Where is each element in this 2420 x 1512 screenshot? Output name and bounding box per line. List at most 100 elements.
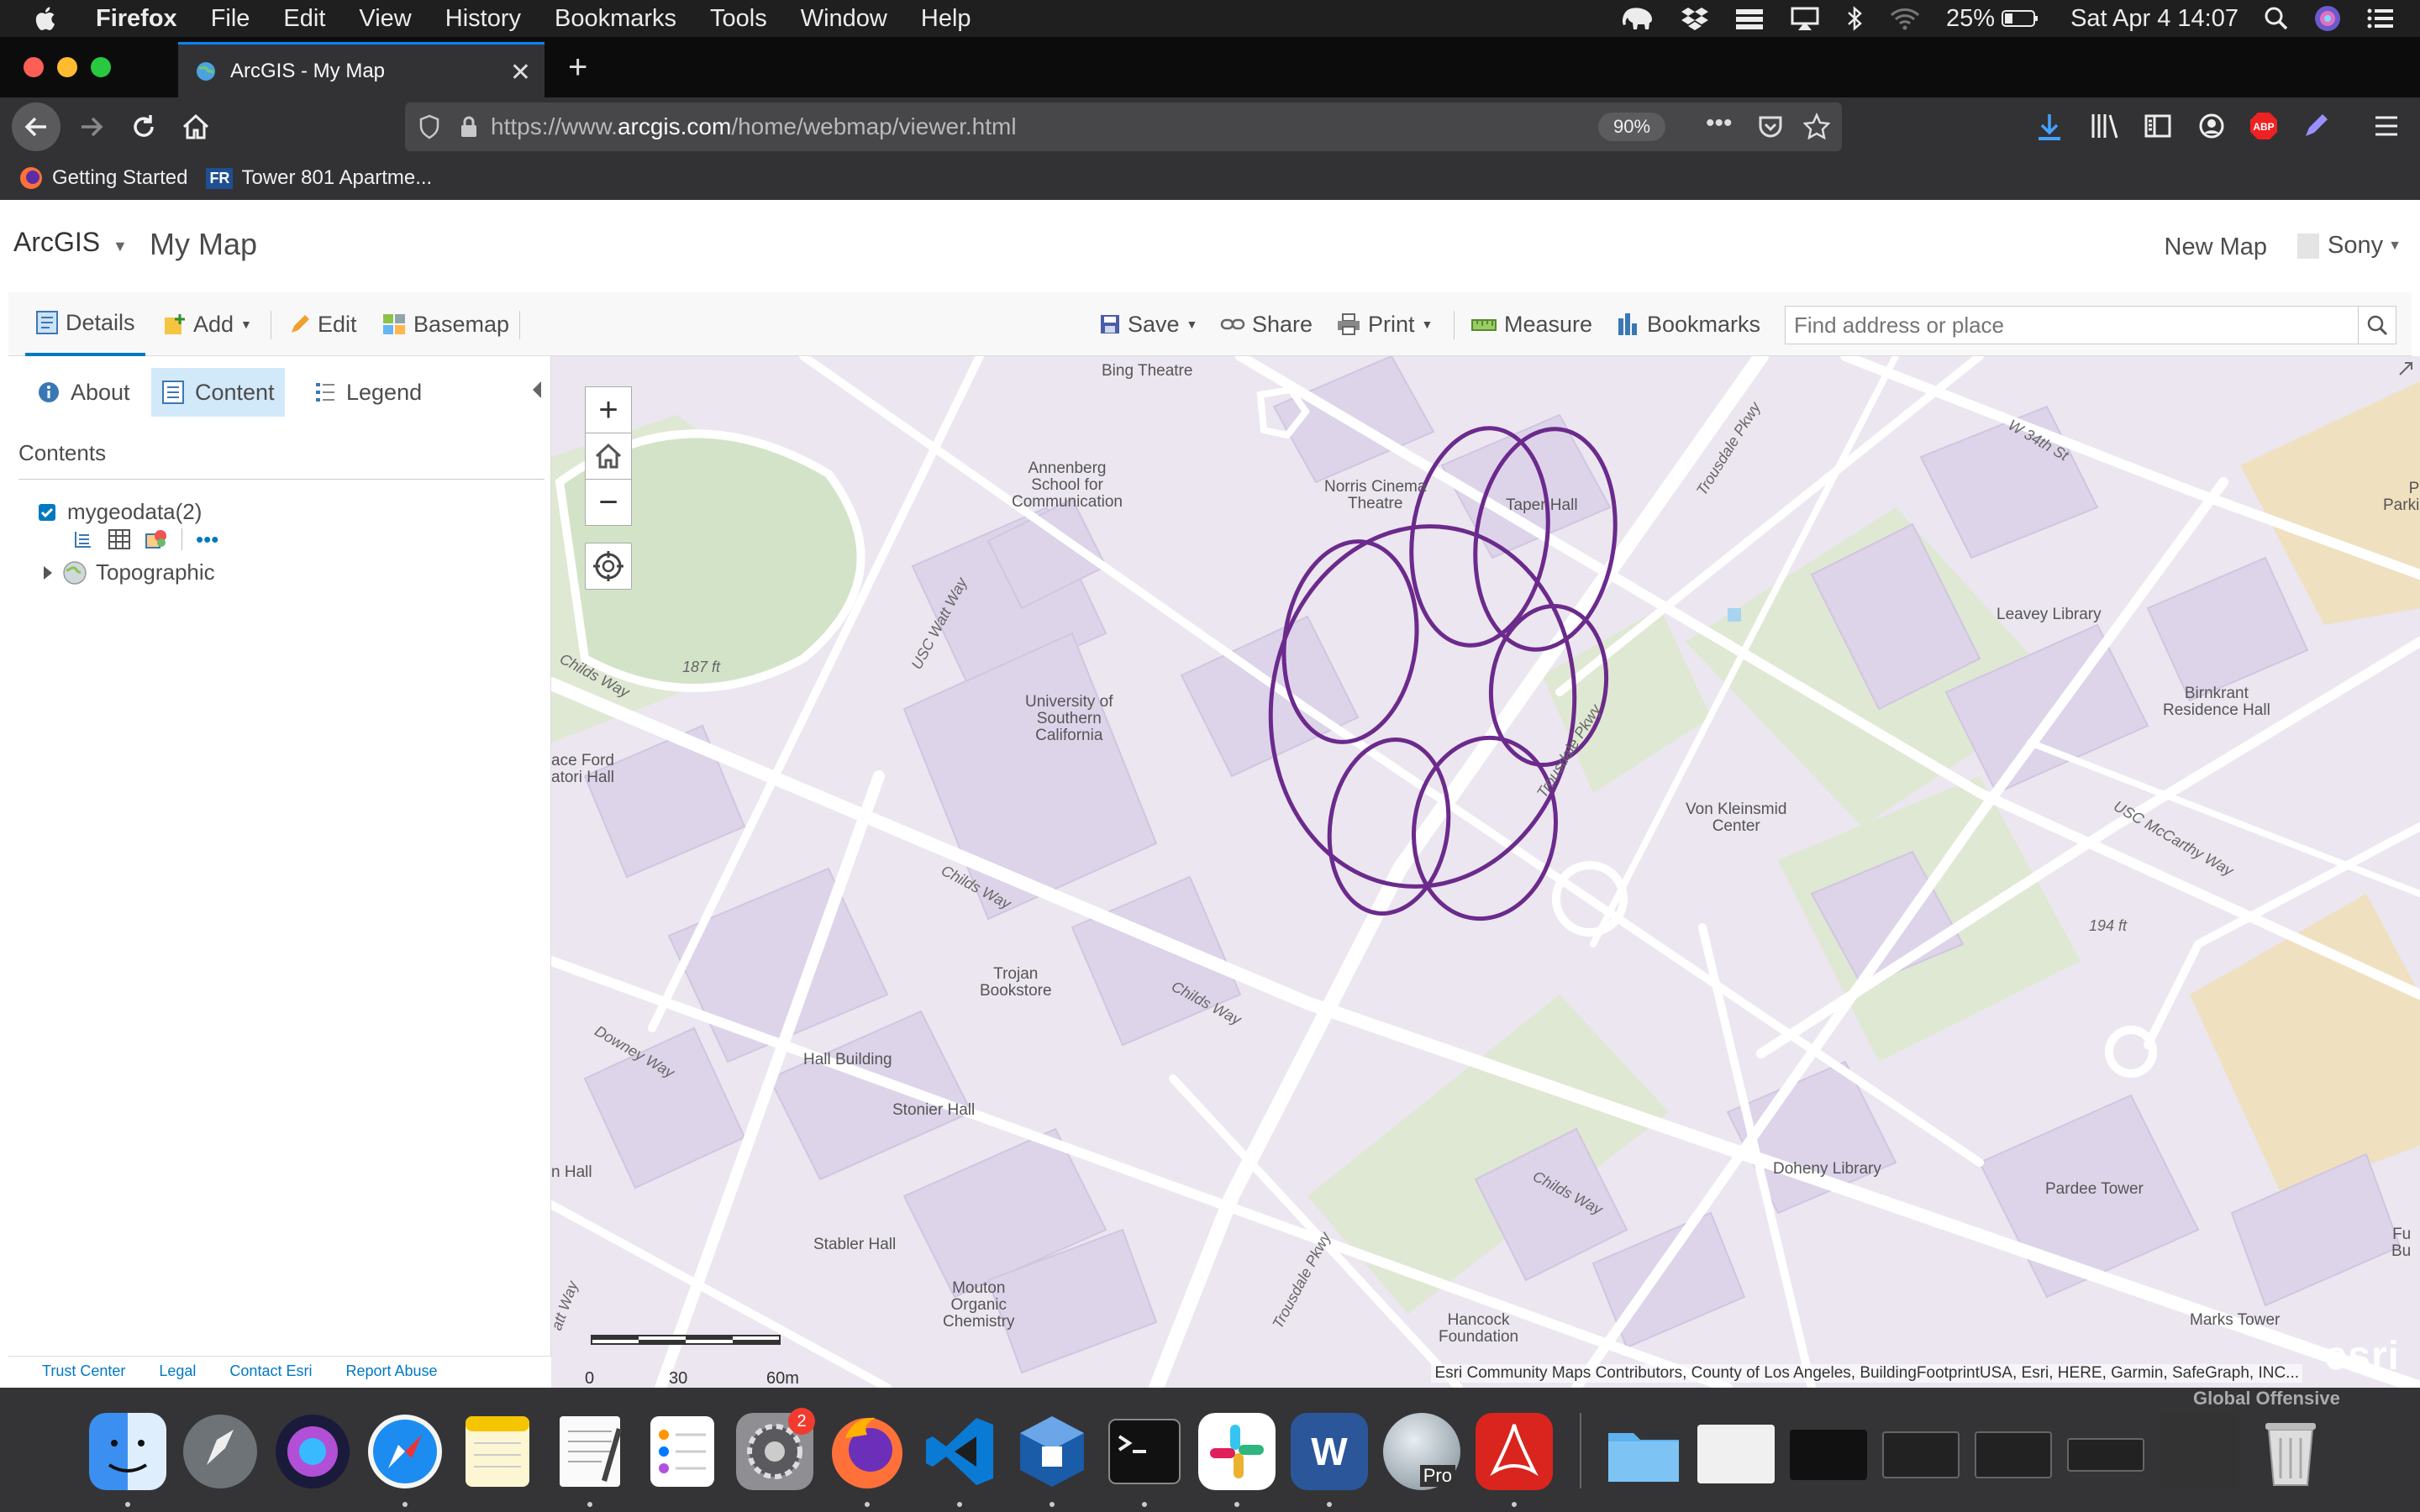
folder-icon[interactable] bbox=[1605, 1413, 1682, 1490]
pen-icon[interactable] bbox=[2302, 113, 2329, 139]
arcgis-pro-icon[interactable]: Pro bbox=[1383, 1413, 1460, 1490]
save-button[interactable]: Save ▼ bbox=[1099, 292, 1197, 356]
menu-history[interactable]: History bbox=[445, 5, 521, 33]
virtualbox-icon[interactable] bbox=[1013, 1413, 1091, 1490]
siri-dock-icon[interactable] bbox=[274, 1413, 351, 1490]
table-icon[interactable] bbox=[108, 528, 131, 550]
apple-icon[interactable] bbox=[32, 4, 60, 33]
expand-map-icon[interactable] bbox=[2396, 360, 2415, 378]
expand-triangle-icon[interactable] bbox=[42, 564, 54, 581]
link-legal[interactable]: Legal bbox=[159, 1362, 196, 1380]
finder-icon[interactable] bbox=[89, 1413, 166, 1490]
layer-mygeodata[interactable]: mygeodata(2) bbox=[39, 499, 202, 525]
bluetooth-icon[interactable] bbox=[1845, 6, 1864, 31]
layer-topographic[interactable]: Topographic bbox=[42, 559, 215, 585]
hamburger-menu-icon[interactable] bbox=[2373, 114, 2400, 138]
arcgis-menu[interactable]: ArcGIS ▼ bbox=[13, 227, 128, 258]
battery-icon[interactable] bbox=[2002, 8, 2039, 29]
collapse-panel-icon[interactable] bbox=[530, 380, 544, 400]
elephant-icon[interactable] bbox=[1622, 6, 1655, 31]
print-button[interactable]: Print ▼ bbox=[1336, 292, 1433, 356]
library-icon[interactable] bbox=[2091, 113, 2119, 139]
menu-app-firefox[interactable]: Firefox bbox=[96, 5, 177, 33]
acrobat-icon[interactable] bbox=[1476, 1413, 1553, 1490]
tab-content[interactable]: Content bbox=[151, 368, 285, 417]
back-button[interactable] bbox=[12, 102, 60, 151]
add-button[interactable]: Add ▼ bbox=[163, 292, 252, 356]
stack-icon[interactable] bbox=[1734, 6, 1765, 31]
window-thumbnail[interactable] bbox=[1882, 1431, 1960, 1478]
menu-file[interactable]: File bbox=[211, 5, 250, 33]
window-thumbnail[interactable] bbox=[1975, 1431, 2052, 1478]
new-tab-icon[interactable]: + bbox=[568, 49, 587, 87]
safari-icon[interactable] bbox=[366, 1413, 444, 1490]
maximize-window-button[interactable] bbox=[91, 57, 111, 77]
pocket-icon[interactable] bbox=[1758, 114, 1783, 139]
clock[interactable]: Sat Apr 4 14:07 bbox=[2070, 5, 2238, 33]
shield-icon[interactable] bbox=[418, 114, 440, 139]
tab-legend[interactable]: Legend bbox=[304, 368, 432, 417]
share-button[interactable]: Share bbox=[1220, 292, 1313, 356]
word-icon[interactable]: W bbox=[1291, 1413, 1368, 1490]
airplay-icon[interactable] bbox=[1790, 6, 1820, 31]
search-input[interactable] bbox=[1785, 306, 2375, 344]
document-thumbnail[interactable] bbox=[1697, 1425, 1775, 1483]
terminal-icon[interactable] bbox=[1106, 1413, 1183, 1490]
zoom-in-button[interactable]: + bbox=[585, 386, 632, 433]
launchpad-icon[interactable] bbox=[182, 1413, 259, 1490]
star-icon[interactable] bbox=[1803, 113, 1830, 139]
close-tab-icon[interactable]: ✕ bbox=[510, 58, 531, 87]
url-bar[interactable]: https://www.arcgis.com/home/webmap/viewe… bbox=[405, 102, 1842, 151]
notification-center-icon[interactable] bbox=[2366, 7, 2395, 30]
user-menu[interactable]: Sony ▼ bbox=[2297, 232, 2402, 260]
menu-window[interactable]: Window bbox=[801, 5, 887, 33]
map-view[interactable]: + − Bing Theatre Annenberg School for Co… bbox=[551, 356, 2420, 1388]
window-thumbnail[interactable] bbox=[2067, 1438, 2144, 1472]
zoom-out-button[interactable]: − bbox=[585, 479, 632, 526]
spotlight-icon[interactable] bbox=[2264, 6, 2289, 31]
close-window-button[interactable] bbox=[24, 57, 44, 77]
menu-edit[interactable]: Edit bbox=[283, 5, 325, 33]
bookmark-tower-801[interactable]: FR Tower 801 Apartme... bbox=[206, 166, 432, 190]
link-report-abuse[interactable]: Report Abuse bbox=[345, 1362, 437, 1380]
menu-tools[interactable]: Tools bbox=[710, 5, 767, 33]
reminders-icon[interactable] bbox=[644, 1413, 721, 1490]
forward-button[interactable] bbox=[71, 106, 113, 148]
bookmarks-button[interactable]: Bookmarks bbox=[1615, 292, 1760, 356]
tab-arcgis[interactable]: ArcGIS - My Map ✕ bbox=[178, 42, 544, 97]
wifi-icon[interactable] bbox=[1889, 6, 1921, 31]
page-actions-icon[interactable]: ••• bbox=[1706, 109, 1733, 138]
trash-icon[interactable] bbox=[2252, 1413, 2329, 1490]
details-button[interactable]: Details bbox=[25, 292, 145, 356]
map-attribution[interactable]: Esri Community Maps Contributors, County… bbox=[1431, 1364, 2302, 1383]
menu-bookmarks[interactable]: Bookmarks bbox=[555, 5, 676, 33]
basemap-button[interactable]: Basemap bbox=[381, 292, 509, 356]
notes-icon[interactable] bbox=[459, 1413, 536, 1490]
account-icon[interactable] bbox=[2198, 113, 2225, 139]
home-extent-button[interactable] bbox=[585, 433, 632, 480]
tab-about[interactable]: About bbox=[27, 368, 140, 417]
show-legend-icon[interactable] bbox=[72, 528, 94, 550]
zoom-level-badge[interactable]: 90% bbox=[1598, 113, 1665, 141]
home-button[interactable] bbox=[175, 106, 217, 148]
locate-button[interactable] bbox=[585, 543, 632, 590]
measure-button[interactable]: Measure bbox=[1470, 292, 1592, 356]
menu-view[interactable]: View bbox=[359, 5, 411, 33]
menu-help[interactable]: Help bbox=[921, 5, 971, 33]
adblock-icon[interactable]: ABP bbox=[2249, 111, 2279, 141]
layer-visibility-checkbox[interactable] bbox=[39, 503, 55, 521]
firefox-dock-icon[interactable] bbox=[829, 1413, 906, 1490]
lock-icon[interactable] bbox=[459, 114, 479, 139]
textedit-icon[interactable] bbox=[551, 1413, 629, 1490]
edit-button[interactable]: Edit bbox=[289, 292, 357, 356]
new-map-button[interactable]: New Map bbox=[2165, 234, 2268, 261]
download-icon[interactable] bbox=[2037, 113, 2062, 141]
dropbox-icon[interactable] bbox=[1681, 6, 1709, 31]
slack-icon[interactable] bbox=[1198, 1413, 1276, 1490]
window-thumbnail[interactable] bbox=[1790, 1430, 1867, 1480]
more-options-icon[interactable]: ••• bbox=[196, 528, 218, 550]
window-thumbnail[interactable] bbox=[2160, 1413, 2237, 1488]
reload-button[interactable] bbox=[123, 106, 165, 148]
link-contact-esri[interactable]: Contact Esri bbox=[229, 1362, 312, 1380]
bookmark-getting-started[interactable]: Getting Started bbox=[18, 165, 187, 191]
